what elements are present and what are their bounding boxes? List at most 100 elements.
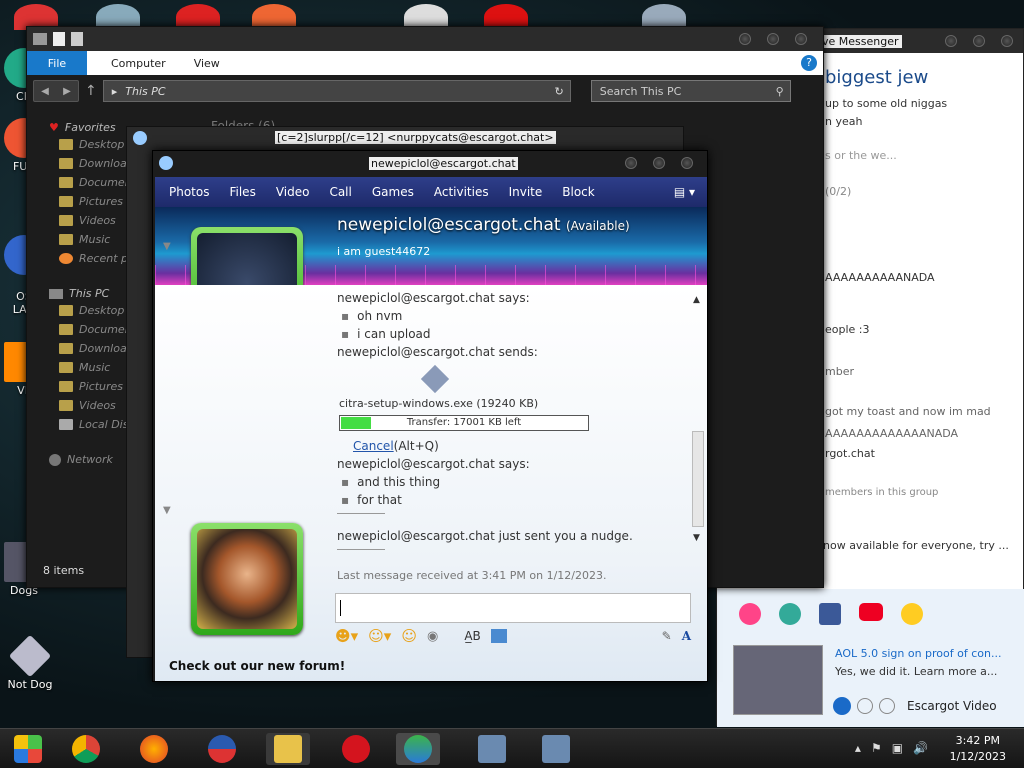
taskbar-start-icon[interactable]: [6, 733, 50, 765]
refresh-icon[interactable]: ↻: [555, 85, 564, 98]
back-arrow-icon[interactable]: ◀: [41, 86, 49, 97]
contact-line[interactable]: rgot.chat: [825, 447, 875, 460]
pencil-icon[interactable]: ✎: [662, 629, 672, 643]
back-chat-title: [c=2]slurpp[/c=12] <nurppycats@escargot.…: [275, 131, 556, 144]
properties-icon[interactable]: [53, 32, 65, 46]
contact-line[interactable]: AAAAAAAAAANADA: [825, 271, 935, 284]
forum-promo-link[interactable]: Check out our new forum!: [169, 659, 345, 673]
chat-titlebar[interactable]: newepiclol@escargot.chat: [153, 151, 707, 175]
tab-view[interactable]: View: [180, 57, 234, 70]
taskbar-firefox-icon[interactable]: [132, 733, 176, 765]
taskbar-network-icon[interactable]: [470, 733, 514, 765]
maximize-button[interactable]: [653, 157, 665, 169]
text-format-icon[interactable]: A: [682, 629, 691, 643]
maximize-button[interactable]: [973, 35, 985, 47]
message-input[interactable]: [335, 593, 691, 623]
news-title[interactable]: AOL 5.0 sign on proof of con...: [835, 647, 1001, 660]
taskbar-messenger-icon[interactable]: [396, 733, 440, 765]
tab-file[interactable]: File: [27, 51, 87, 75]
help-icon[interactable]: ?: [801, 55, 817, 71]
contact-line[interactable]: AAAAAAAAAAAAANADA: [825, 427, 958, 440]
close-button[interactable]: [681, 157, 693, 169]
expand-icon[interactable]: ▼: [163, 505, 171, 516]
minimize-button[interactable]: [945, 35, 957, 47]
menu-invite[interactable]: Invite: [501, 185, 551, 199]
message-history: newepiclol@escargot.chat says: oh nvm i …: [337, 285, 693, 585]
messenger-logo-icon[interactable]: [739, 603, 761, 625]
message-line: i can upload: [341, 327, 430, 341]
contact-line[interactable]: mber: [825, 365, 854, 378]
news-thumbnail[interactable]: [733, 645, 823, 715]
flag-icon[interactable]: ⚑: [871, 741, 882, 755]
menu-games[interactable]: Games: [364, 185, 422, 199]
menu-video[interactable]: Video: [268, 185, 318, 199]
play-icon[interactable]: [833, 697, 851, 715]
explorer-titlebar[interactable]: [27, 27, 823, 51]
facebook-icon[interactable]: [819, 603, 841, 625]
desktop-icon-notdog[interactable]: Not Dog: [0, 634, 60, 691]
menu-options-icon[interactable]: ▤ ▾: [674, 185, 695, 199]
close-button[interactable]: [795, 33, 807, 45]
ribbon: File Computer View ?: [27, 51, 823, 75]
new-folder-icon[interactable]: [71, 32, 83, 46]
background-icon[interactable]: [490, 629, 507, 643]
scroll-thumb[interactable]: [692, 431, 704, 527]
forward-arrow-icon[interactable]: ▶: [63, 86, 71, 97]
taskbar-network2-icon[interactable]: [534, 733, 578, 765]
minimize-button[interactable]: [625, 157, 637, 169]
my-avatar[interactable]: [191, 523, 303, 635]
voice-clip-icon[interactable]: ◉: [427, 629, 438, 644]
close-button[interactable]: [1001, 35, 1013, 47]
tab-computer[interactable]: Computer: [97, 57, 180, 70]
taskbar-opera-icon[interactable]: [334, 733, 378, 765]
my-avatar-image: [197, 529, 297, 629]
message-separator: [337, 549, 385, 550]
address-bar[interactable]: ▸ This PC ↻: [102, 80, 571, 102]
scroll-up-icon[interactable]: ▲: [693, 295, 700, 305]
emoticon-icon[interactable]: ☻▾: [335, 627, 358, 645]
menu-files[interactable]: Files: [221, 185, 263, 199]
next-icon[interactable]: [879, 698, 895, 714]
history-scrollbar[interactable]: ▲ ▼: [691, 295, 705, 545]
messenger-title: ve Messenger: [819, 34, 902, 48]
menu-block[interactable]: Block: [554, 185, 602, 199]
taskbar-explorer-icon[interactable]: [266, 733, 310, 765]
taskbar-app-icon[interactable]: [200, 733, 244, 765]
cancel-transfer-link[interactable]: Cancel: [353, 439, 394, 453]
wink-icon[interactable]: ☺▾: [368, 627, 391, 645]
nudge-icon[interactable]: ☺: [401, 627, 417, 645]
messenger-contact-area: biggest jew up to some old niggas n yeah…: [817, 55, 1013, 525]
menu-activities[interactable]: Activities: [426, 185, 497, 199]
contact-line[interactable]: eople :3: [825, 323, 870, 336]
menu-photos[interactable]: Photos: [161, 185, 217, 199]
contact-line[interactable]: got my toast and now im mad: [825, 405, 991, 418]
messenger-announcement[interactable]: now available for everyone, try ...: [823, 539, 1009, 552]
taskbar-chrome-icon[interactable]: [64, 733, 108, 765]
scroll-down-icon[interactable]: ▼: [693, 533, 700, 543]
youtube-icon[interactable]: [859, 603, 883, 621]
taskbar: ▴ ⚑ ▣ 🔊 3:42 PM 1/12/2023: [0, 728, 1024, 768]
minimize-button[interactable]: [739, 33, 751, 45]
collapse-icon[interactable]: ▼: [163, 241, 171, 252]
network-icon[interactable]: ▣: [892, 741, 903, 755]
folder-icon: [59, 324, 73, 335]
drive-icon: [59, 419, 73, 430]
volume-icon[interactable]: 🔊: [913, 741, 928, 755]
edge-icon[interactable]: [779, 603, 801, 625]
search-input[interactable]: Search This PC ⚲: [590, 80, 791, 102]
previous-icon[interactable]: [857, 698, 873, 714]
taskbar-clock[interactable]: 3:42 PM 1/12/2023: [950, 733, 1006, 765]
chevron-up-icon[interactable]: ▴: [855, 741, 861, 755]
folder-icon: [59, 305, 73, 316]
contact-line[interactable]: members in this group: [825, 487, 938, 498]
back-forward-buttons[interactable]: ◀ ▶: [33, 80, 79, 102]
address-row: ◀ ▶ ↑ ▸ This PC ↻ Search This PC ⚲: [27, 75, 823, 107]
up-arrow-icon[interactable]: ↑: [85, 83, 97, 99]
sun-icon[interactable]: [901, 603, 923, 625]
maximize-button[interactable]: [767, 33, 779, 45]
video-label[interactable]: Escargot Video: [907, 699, 997, 713]
menu-call[interactable]: Call: [321, 185, 359, 199]
messenger-search[interactable]: s or the we...: [825, 149, 897, 162]
news-subtitle: Yes, we did it. Learn more a...: [835, 665, 998, 678]
font-icon[interactable]: A̲B: [464, 629, 480, 643]
